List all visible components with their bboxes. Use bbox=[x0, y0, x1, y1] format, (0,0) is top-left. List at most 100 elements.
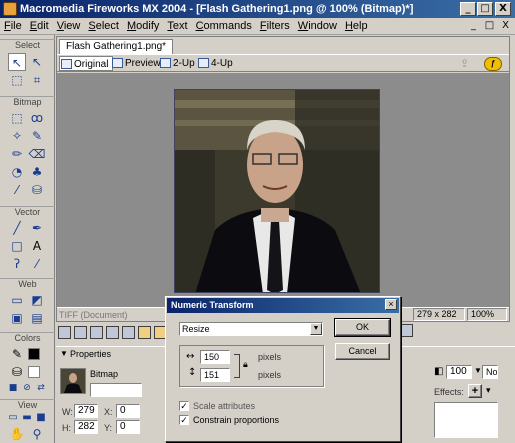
cancel-button[interactable]: Cancel bbox=[335, 343, 390, 360]
group-icon[interactable] bbox=[58, 326, 71, 339]
split-icon[interactable] bbox=[106, 326, 119, 339]
dialog-close-button[interactable]: × bbox=[385, 299, 397, 310]
blur-tool-icon[interactable]: ◔ bbox=[8, 163, 26, 181]
x-field[interactable]: 0 bbox=[116, 404, 140, 418]
marquee-tool-icon[interactable]: ⬚ bbox=[8, 109, 26, 127]
magic-wand-tool-icon[interactable]: ✧ bbox=[8, 127, 26, 145]
menu-select[interactable]: Select bbox=[84, 18, 123, 35]
menu-commands[interactable]: Commands bbox=[192, 18, 256, 35]
eyedropper-tool-icon[interactable]: ⁄ bbox=[8, 181, 26, 199]
effects-label: Effects: bbox=[434, 387, 464, 397]
menu-filters[interactable]: Filters bbox=[256, 18, 294, 35]
window-title: Macromedia Fireworks MX 2004 - [Flash Ga… bbox=[20, 3, 414, 15]
slice-tool-icon[interactable]: ◩ bbox=[28, 291, 46, 309]
swap-colors-icon[interactable]: ⇄ bbox=[32, 379, 50, 397]
doc-restore-button[interactable]: □ bbox=[482, 19, 497, 33]
opacity-dropdown-arrow-icon[interactable]: ▼ bbox=[474, 366, 482, 375]
chevron-down-icon[interactable]: ▼ bbox=[310, 323, 322, 335]
height-field[interactable]: 282 bbox=[74, 420, 98, 434]
scale-tool-icon[interactable]: ⬚ bbox=[8, 71, 26, 89]
transform-mode-value: Resize bbox=[182, 324, 210, 334]
minimize-button[interactable]: _ bbox=[460, 2, 476, 16]
fill-color-swatch[interactable] bbox=[28, 366, 40, 378]
document-tab[interactable]: Flash Gathering1.png* bbox=[59, 39, 174, 54]
pointer-tool-icon[interactable]: ↖ bbox=[8, 53, 26, 71]
rubber-stamp-tool-icon[interactable]: ♣ bbox=[28, 163, 46, 181]
hotspot-tool-icon[interactable]: ▭ bbox=[8, 291, 26, 309]
hide-slices-icon[interactable]: ▣ bbox=[8, 309, 26, 327]
object-name-field[interactable] bbox=[90, 383, 142, 397]
effects-options-icon[interactable]: ▾ bbox=[486, 386, 491, 396]
menu-window[interactable]: Window bbox=[294, 18, 341, 35]
width-field[interactable]: 279 bbox=[74, 404, 98, 418]
2-up-view-icon bbox=[160, 58, 171, 68]
transform-mode-select[interactable]: Resize ▼ bbox=[179, 322, 323, 336]
bring-to-front-icon[interactable] bbox=[122, 326, 135, 339]
width-input[interactable]: 150 bbox=[200, 350, 230, 364]
freeform-tool-icon[interactable]: ʔ bbox=[8, 255, 26, 273]
x-label: X: bbox=[104, 407, 113, 417]
constrain-proportions-checkbox[interactable]: ✓ bbox=[179, 415, 189, 425]
tools-section-select: Select bbox=[0, 39, 55, 50]
pencil-tool-icon[interactable]: ✏ bbox=[8, 145, 26, 163]
quick-export-icon[interactable]: ⇪ bbox=[460, 57, 476, 71]
tab-4-up[interactable]: 4-Up bbox=[197, 56, 233, 71]
tools-section-web: Web bbox=[0, 278, 55, 289]
menu-edit[interactable]: Edit bbox=[26, 18, 53, 35]
brush-tool-icon[interactable]: ✎ bbox=[28, 127, 46, 145]
tab-preview-label: Preview bbox=[125, 58, 161, 69]
show-slices-icon[interactable]: ▤ bbox=[28, 309, 46, 327]
original-view-icon bbox=[61, 59, 72, 69]
bitmap-image[interactable] bbox=[174, 89, 380, 293]
y-field[interactable]: 0 bbox=[116, 420, 140, 434]
pen-tool-icon[interactable]: ✒ bbox=[28, 219, 46, 237]
menu-help[interactable]: Help bbox=[341, 18, 372, 35]
text-tool-icon[interactable]: A bbox=[28, 237, 46, 255]
doc-minimize-button[interactable]: _ bbox=[466, 19, 481, 33]
ok-button[interactable]: OK bbox=[334, 318, 391, 337]
subselect-tool-icon[interactable]: ↖ bbox=[28, 53, 46, 71]
tab-preview[interactable]: Preview bbox=[111, 56, 161, 71]
restore-button[interactable]: □ bbox=[477, 2, 493, 16]
flash-launch-icon[interactable]: ƒ bbox=[484, 57, 502, 71]
menu-text[interactable]: Text bbox=[163, 18, 191, 35]
eraser-tool-icon[interactable]: ⌫ bbox=[28, 145, 46, 163]
doc-close-button[interactable]: X bbox=[498, 19, 513, 33]
knife-tool-icon[interactable]: ⁄ bbox=[28, 255, 46, 273]
tab-4-up-label: 4-Up bbox=[211, 58, 233, 69]
lasso-tool-icon[interactable]: ꝏ bbox=[28, 109, 46, 127]
ungroup-icon[interactable] bbox=[74, 326, 87, 339]
stroke-color-swatch[interactable] bbox=[28, 348, 40, 360]
object-type-label: Bitmap bbox=[90, 369, 119, 379]
add-effect-button[interactable]: + bbox=[468, 384, 482, 398]
opacity-field[interactable]: 100 bbox=[446, 365, 472, 379]
scale-attributes-checkbox[interactable]: ✓ bbox=[179, 401, 189, 411]
tab-2-up[interactable]: 2-Up bbox=[159, 56, 195, 71]
line-tool-icon[interactable]: ╱ bbox=[8, 219, 26, 237]
menu-file[interactable]: File bbox=[0, 18, 26, 35]
height-input[interactable]: 151 bbox=[200, 368, 230, 382]
stroke-color-icon[interactable]: ✎ bbox=[8, 345, 26, 363]
constrain-bracket bbox=[234, 354, 240, 378]
zoom-tool-icon[interactable]: ⚲ bbox=[28, 425, 46, 443]
tab-original-label: Original bbox=[74, 59, 109, 70]
tab-2-up-label: 2-Up bbox=[173, 58, 195, 69]
join-icon[interactable] bbox=[90, 326, 103, 339]
paint-bucket-tool-icon[interactable]: ⛁ bbox=[28, 181, 46, 199]
zoom-level[interactable]: 100% bbox=[467, 308, 507, 321]
effects-list[interactable] bbox=[434, 402, 498, 438]
tab-original[interactable]: Original bbox=[59, 56, 114, 71]
width-arrow-icon: ↔ bbox=[186, 351, 195, 362]
canvas-area[interactable] bbox=[57, 73, 509, 307]
rotate-icon[interactable] bbox=[400, 324, 413, 337]
rectangle-tool-icon[interactable]: □ bbox=[8, 237, 26, 255]
menu-modify[interactable]: Modify bbox=[123, 18, 163, 35]
width-unit-label: pixels bbox=[258, 352, 282, 362]
blend-mode-select[interactable]: Nor bbox=[482, 365, 498, 379]
menu-view[interactable]: View bbox=[53, 18, 85, 35]
hand-tool-icon[interactable]: ✋ bbox=[8, 425, 26, 443]
send-to-back-icon[interactable] bbox=[138, 326, 151, 339]
close-button[interactable]: X bbox=[495, 2, 511, 16]
crop-tool-icon[interactable]: ⌗ bbox=[28, 71, 46, 89]
lock-icon: 🔒︎ bbox=[243, 360, 248, 370]
